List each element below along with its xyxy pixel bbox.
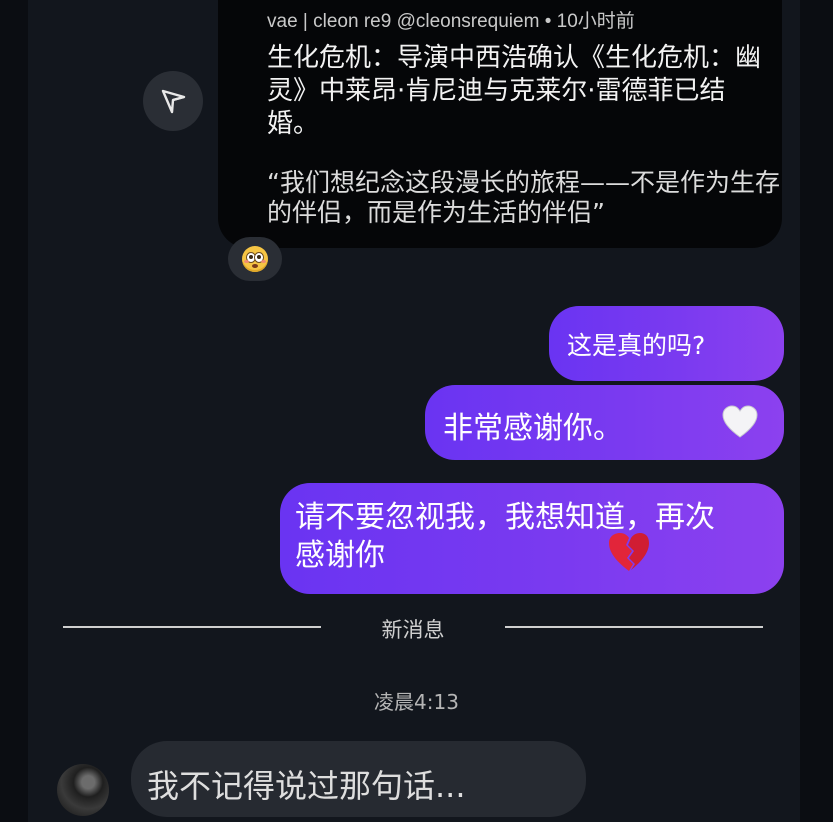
message-reaction[interactable]: [228, 237, 282, 281]
new-messages-label: 新消息: [381, 618, 445, 642]
shared-post-meta: vae | cleon re9 @cleonsrequiem • 10小时前: [267, 11, 635, 32]
received-message-bubble[interactable]: 我不记得说过那句话...: [131, 741, 586, 817]
new-messages-divider-right: [505, 626, 763, 628]
message-text: 这是真的吗?: [567, 331, 706, 360]
message-text: 我不记得说过那句话...: [147, 767, 466, 805]
white-heart-icon: [722, 405, 758, 438]
share-button[interactable]: [143, 71, 203, 131]
new-messages-divider-left: [63, 626, 321, 628]
sent-message-bubble[interactable]: 这是真的吗?: [549, 306, 784, 381]
send-arrow-icon: [161, 89, 186, 114]
flushed-face-emoji-icon: [242, 246, 268, 272]
broken-heart-icon: [609, 533, 649, 571]
sent-message-bubble[interactable]: 非常感谢你。: [425, 385, 784, 460]
shared-post-quote: “我们想纪念这段漫长的旅程——不是作为生存的伴侣，而是作为生活的伴侣”: [267, 168, 780, 227]
shared-post-card[interactable]: vae | cleon re9 @cleonsrequiem • 10小时前 生…: [218, 0, 782, 248]
message-text: 非常感谢你。: [443, 411, 623, 446]
contact-avatar[interactable]: [57, 764, 109, 816]
shared-post-title: 生化危机：导演中西浩确认《生化危机：幽灵》中莱昂·肯尼迪与克莱尔·雷德菲已结婚。: [267, 43, 762, 139]
sent-message-bubble[interactable]: 请不要忽视我，我想知道，再次感谢你: [280, 483, 784, 594]
message-text: 请不要忽视我，我想知道，再次感谢你: [295, 500, 715, 573]
message-timestamp: 凌晨4:13: [374, 690, 459, 714]
